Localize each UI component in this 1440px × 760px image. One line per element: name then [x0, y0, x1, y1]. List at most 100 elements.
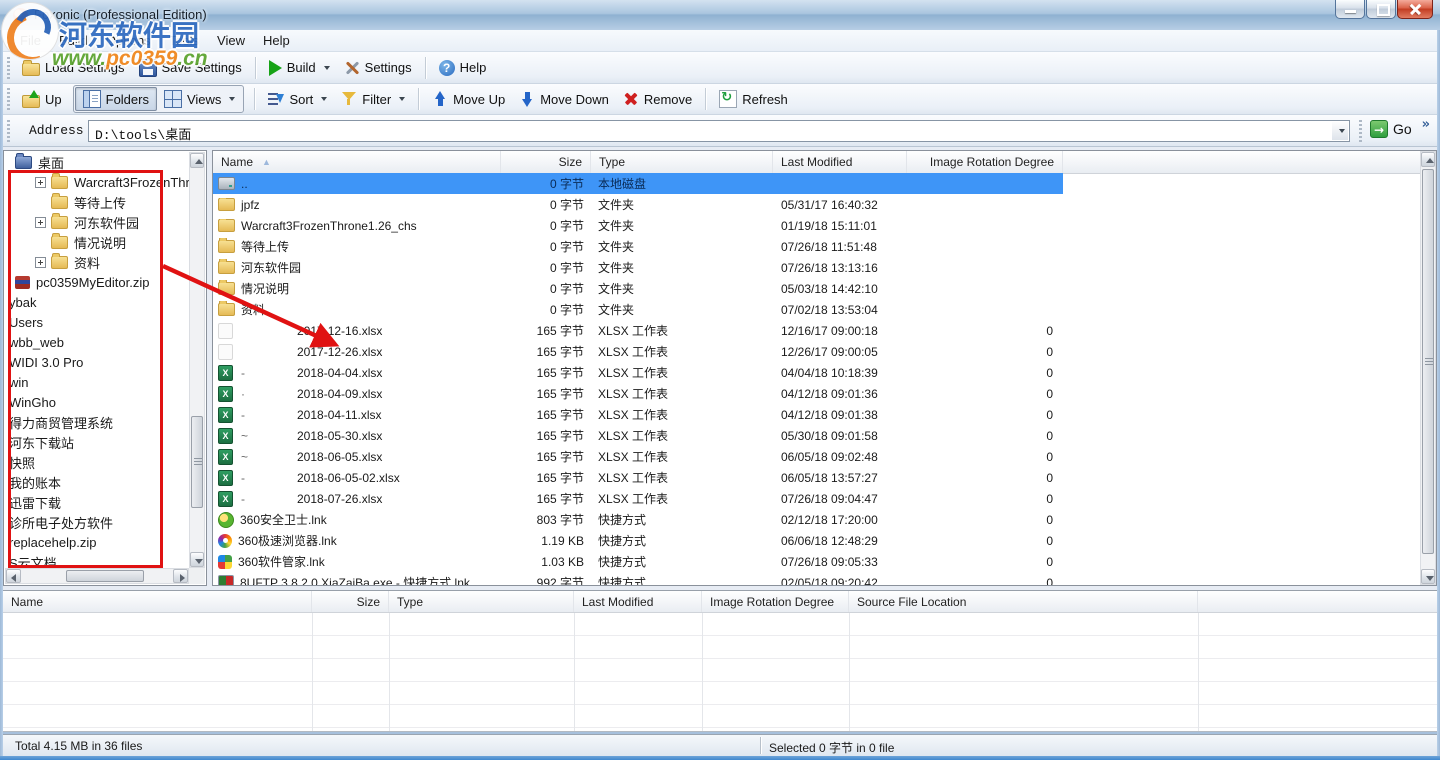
cell-last-modified: 04/12/18 09:01:38	[773, 408, 907, 422]
toolbar-grip[interactable]	[7, 88, 10, 110]
folder-icon	[218, 240, 235, 253]
scroll-down-button[interactable]	[1421, 569, 1435, 584]
scroll-up-button[interactable]	[190, 153, 204, 168]
tree-horizontal-scrollbar[interactable]	[5, 568, 189, 584]
move-down-label: Move Down	[540, 92, 609, 107]
chevron-down-icon[interactable]	[399, 97, 405, 101]
queue-column-header-type[interactable]: Type	[389, 591, 574, 612]
column-header-type[interactable]: Type	[591, 151, 773, 173]
menu-item-file[interactable]: File	[11, 30, 50, 51]
column-header-image-rotation-degree[interactable]: Image Rotation Degree	[907, 151, 1063, 173]
title-bar[interactable]: Foxonic (Professional Edition)	[0, 0, 1440, 31]
folders-label: Folders	[106, 92, 149, 107]
menu-item-view[interactable]: View	[208, 30, 254, 51]
folder-icon	[218, 261, 235, 274]
menu-item-build[interactable]: Build	[50, 30, 97, 51]
scroll-right-button[interactable]	[173, 569, 188, 583]
column-header-last-modified[interactable]: Last Modified	[773, 151, 907, 173]
save-settings-label: Save Settings	[162, 60, 242, 75]
file-row[interactable]: ·2018-04-09.xlsx165 字节XLSX 工作表04/12/18 0…	[213, 383, 1063, 404]
menu-item-help[interactable]: Help	[254, 30, 299, 51]
file-row[interactable]: ~2018-06-05.xlsx165 字节XLSX 工作表06/05/18 0…	[213, 446, 1063, 467]
close-button[interactable]	[1397, 0, 1433, 19]
scroll-up-button[interactable]	[1421, 152, 1435, 167]
go-button[interactable]: → Go	[1366, 118, 1416, 140]
file-row[interactable]: jpfz0 字节文件夹05/31/17 16:40:32	[213, 194, 1063, 215]
column-header-size[interactable]: Size	[501, 151, 591, 173]
help-button[interactable]: ? Help	[432, 58, 494, 78]
tree-vertical-scrollbar[interactable]	[189, 152, 205, 568]
cell-size: 165 字节	[501, 385, 591, 402]
move-down-button[interactable]: Move Down	[512, 89, 616, 109]
menu-item-options[interactable]: Options	[97, 30, 160, 51]
build-button[interactable]: Build	[262, 58, 337, 78]
settings-button[interactable]: Settings	[337, 58, 419, 78]
queue-column-header-size[interactable]: Size	[312, 591, 389, 612]
chevron-down-icon[interactable]	[324, 66, 330, 70]
scrollbar-thumb[interactable]	[1422, 169, 1434, 554]
file-row[interactable]: Warcraft3FrozenThrone1.26_chs0 字节文件夹01/1…	[213, 215, 1063, 236]
file-row[interactable]: -2018-04-04.xlsx165 字节XLSX 工作表04/04/18 1…	[213, 362, 1063, 383]
up-button[interactable]: Up	[15, 89, 69, 110]
save-settings-button[interactable]: Save Settings	[132, 57, 249, 79]
file-row[interactable]: -2018-07-26.xlsx165 字节XLSX 工作表07/26/18 0…	[213, 488, 1063, 509]
file-row[interactable]: -2018-04-11.xlsx165 字节XLSX 工作表04/12/18 0…	[213, 404, 1063, 425]
window-border	[0, 30, 3, 760]
cell-last-modified: 12/26/17 09:00:05	[773, 345, 907, 359]
minimize-button[interactable]	[1335, 0, 1365, 19]
toolbar-separator	[254, 88, 255, 110]
file-name: 2017-12-26.xlsx	[297, 345, 382, 359]
excel-icon	[218, 386, 233, 402]
file-name: 2018-05-30.xlsx	[297, 429, 382, 443]
scrollbar-corner	[189, 568, 205, 584]
file-row[interactable]: 河东软件园0 字节文件夹07/26/18 13:13:16	[213, 257, 1063, 278]
address-input[interactable]: D:\tools\桌面	[88, 120, 1350, 142]
cell-type: XLSX 工作表	[591, 343, 773, 360]
file-row[interactable]: ~2018-05-30.xlsx165 字节XLSX 工作表05/30/18 0…	[213, 425, 1063, 446]
cell-last-modified: 06/05/18 09:02:48	[773, 450, 907, 464]
move-up-button[interactable]: Move Up	[425, 89, 512, 109]
file-row[interactable]: 360极速浏览器.lnk1.19 KB快捷方式06/06/18 12:48:29…	[213, 530, 1063, 551]
file-row[interactable]: -2018-06-05-02.xlsx165 字节XLSX 工作表06/05/1…	[213, 467, 1063, 488]
remove-button[interactable]: Remove	[616, 89, 699, 109]
file-row[interactable]: 2017-12-26.xlsx165 字节XLSX 工作表12/26/17 09…	[213, 341, 1063, 362]
chevron-down-icon[interactable]	[229, 97, 235, 101]
file-row[interactable]: 资料0 字节文件夹07/02/18 13:53:04	[213, 299, 1063, 320]
folders-toggle-button[interactable]: Folders	[75, 87, 157, 111]
toolbar-overflow-chevron[interactable]: »	[1422, 117, 1430, 132]
queue-column-header-source-file-location[interactable]: Source File Location	[849, 591, 1198, 612]
toolbar-grip[interactable]	[7, 120, 10, 142]
load-settings-button[interactable]: Load Settings	[15, 57, 132, 78]
scrollbar-thumb[interactable]	[66, 570, 144, 582]
menu-item-tools[interactable]: Tools	[160, 30, 208, 51]
file-row[interactable]: 等待上传0 字节文件夹07/26/18 11:51:48	[213, 236, 1063, 257]
cell-rotation: 0	[907, 345, 1063, 359]
scroll-left-button[interactable]	[6, 569, 21, 583]
queue-column-header-name[interactable]: Name	[3, 591, 312, 612]
file-row[interactable]: ..0 字节本地磁盘	[213, 173, 1063, 194]
maximize-button[interactable]	[1366, 0, 1396, 19]
scrollbar-thumb[interactable]	[191, 416, 203, 508]
file-row[interactable]: 360软件管家.lnk1.03 KB快捷方式07/26/18 09:05:330	[213, 551, 1063, 572]
refresh-button[interactable]: Refresh	[712, 88, 795, 110]
queue-column-header-image-rotation-degree[interactable]: Image Rotation Degree	[702, 591, 849, 612]
sort-button[interactable]: Sort	[261, 89, 334, 109]
views-button[interactable]: Views	[157, 88, 242, 110]
tree-item[interactable]: 桌面	[5, 152, 189, 172]
list-vertical-scrollbar[interactable]	[1420, 151, 1436, 585]
file-row[interactable]: 360安全卫士.lnk803 字节快捷方式02/12/18 17:20:000	[213, 509, 1063, 530]
column-header-name[interactable]: Name▲	[213, 151, 501, 173]
chevron-down-icon[interactable]	[321, 97, 327, 101]
scroll-down-button[interactable]	[190, 552, 204, 567]
filter-button[interactable]: Filter	[334, 89, 412, 109]
queue-column-header-last-modified[interactable]: Last Modified	[574, 591, 702, 612]
file-row[interactable]: 情况说明0 字节文件夹05/03/18 14:42:10	[213, 278, 1063, 299]
file-row[interactable]: 8UFTP 3.8.2.0 XiaZaiBa.exe - 快捷方式.lnk992…	[213, 572, 1063, 585]
file-row[interactable]: 2017-12-16.xlsx165 字节XLSX 工作表12/16/17 09…	[213, 320, 1063, 341]
address-dropdown-button[interactable]	[1332, 122, 1348, 140]
safe360-icon	[218, 512, 234, 528]
cell-rotation: 0	[907, 324, 1063, 338]
toolbar-grip[interactable]	[1359, 120, 1362, 142]
toolbar-grip[interactable]	[7, 57, 10, 79]
file-name: jpfz	[241, 198, 260, 212]
